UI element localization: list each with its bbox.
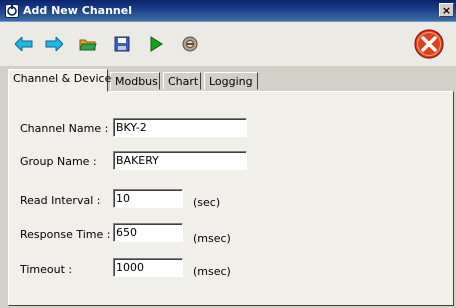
group-name-label: Group Name : [20,155,97,168]
response-time-label: Response Time : [20,228,111,241]
group-name-field[interactable] [113,151,247,170]
tools-icon[interactable] [180,34,200,54]
play-icon[interactable] [146,34,166,54]
timeout-unit: (msec) [193,265,231,278]
toolbar [0,22,456,66]
window-close-button[interactable]: × [439,3,454,17]
window-title: Add New Channel [23,4,132,17]
title-bar: Add New Channel × [0,0,456,22]
save-disk-icon[interactable] [112,34,132,54]
app-icon [5,3,19,18]
channel-name-label: Channel Name : [20,122,109,135]
read-interval-field[interactable] [113,189,183,208]
timeout-field[interactable] [113,258,183,277]
forward-arrow-icon[interactable] [44,34,64,54]
tab-channel-device[interactable]: Channel & Device [8,69,111,92]
channel-name-field[interactable] [113,118,247,137]
exit-icon[interactable] [414,29,444,59]
read-interval-unit: (sec) [193,196,221,209]
open-folder-icon[interactable] [78,34,98,54]
channel-device-panel: Channel Name : Group Name : Read Interva… [8,91,454,306]
response-time-field[interactable] [113,223,183,242]
tab-chart[interactable]: Chart [163,72,201,90]
timeout-label: Timeout : [20,263,73,276]
back-arrow-icon[interactable] [14,34,34,54]
tab-logging[interactable]: Logging [204,72,258,90]
tab-modbus[interactable]: Modbus [110,72,160,90]
read-interval-label: Read Interval : [20,194,101,207]
response-time-unit: (msec) [193,232,231,245]
